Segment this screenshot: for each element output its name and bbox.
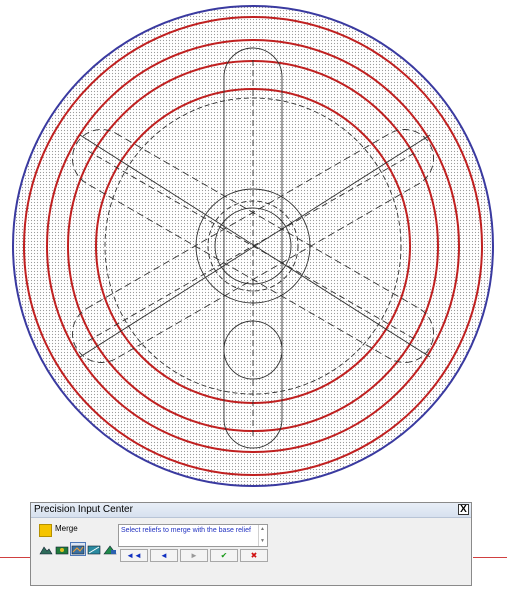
message-text: Select reliefs to merge with the base re… [121, 527, 251, 534]
relief-tool-icon[interactable] [38, 542, 54, 556]
first-button[interactable]: ◄◄ [120, 549, 148, 562]
surface-tool-icon[interactable] [86, 542, 102, 556]
ok-button[interactable]: ✔ [210, 549, 238, 562]
texture-tool-icon[interactable] [70, 542, 86, 556]
merge-label: Merge [55, 524, 78, 533]
cancel-button[interactable]: ✖ [240, 549, 268, 562]
precision-input-center-panel: Precision Input Center X Merge Select re… [30, 502, 472, 586]
close-button[interactable]: X [458, 504, 469, 515]
next-button[interactable]: ► [180, 549, 208, 562]
merge-tool-icon[interactable] [54, 542, 70, 556]
drawing-canvas[interactable] [0, 0, 507, 500]
message-scrollbar[interactable]: ▲ ▼ [258, 525, 267, 546]
scroll-down-icon[interactable]: ▼ [260, 538, 265, 544]
scroll-up-icon[interactable]: ▲ [260, 526, 265, 532]
panel-title: Precision Input Center [34, 504, 133, 515]
blend-tool-icon[interactable] [102, 542, 118, 556]
panel-titlebar[interactable]: Precision Input Center X [31, 503, 471, 518]
message-box: Select reliefs to merge with the base re… [118, 524, 268, 547]
navigation-bar: ◄◄ ◄ ► ✔ ✖ [118, 549, 268, 564]
wheel-drawing [12, 5, 494, 487]
merge-color-swatch [39, 524, 52, 537]
reference-line-left [0, 557, 30, 558]
reference-line-right [473, 557, 507, 558]
previous-button[interactable]: ◄ [150, 549, 178, 562]
